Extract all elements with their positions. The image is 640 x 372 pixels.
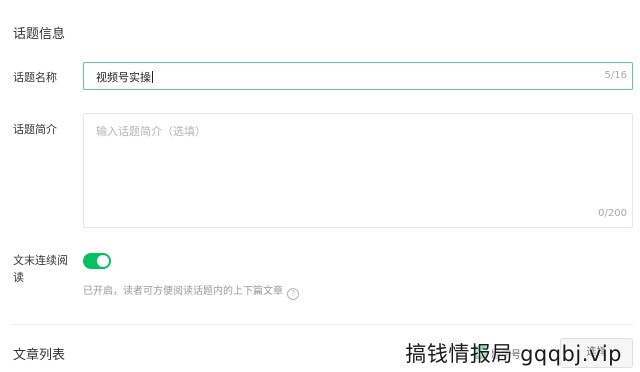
intro-field-label: 话题简介 (13, 123, 57, 136)
topic-name-value[interactable]: 视频号实操 (96, 69, 153, 85)
topic-name-counter: 5/16 (604, 70, 627, 81)
continuous-read-hint-text: 已开启，读者可方便阅读话题内的上下篇文章 (83, 286, 283, 297)
topic-intro-textarea[interactable]: 输入话题简介（选填） 0/200 (83, 113, 633, 228)
toggle-knob (97, 255, 109, 267)
article-list-title: 文章列表 (13, 348, 66, 363)
topic-name-text: 视频号实操 (96, 71, 151, 84)
watermark: 搞钱情报局 gqqbj.vip (405, 342, 622, 366)
topic-name-input[interactable]: 视频号实操 5/16 (83, 62, 633, 90)
section-divider (13, 324, 633, 325)
continuous-read-toggle[interactable] (83, 253, 111, 269)
section-title: 话题信息 (13, 27, 66, 42)
continuous-read-label-line2: 读 (13, 271, 24, 284)
name-field-label: 话题名称 (13, 71, 57, 84)
topic-intro-counter: 0/200 (598, 208, 627, 219)
topic-intro-placeholder: 输入话题简介（选填） (96, 125, 206, 138)
text-caret (152, 71, 153, 83)
help-icon[interactable]: ? (287, 288, 299, 300)
continuous-read-hint: 已开启，读者可方便阅读话题内的上下篇文章? (83, 282, 299, 300)
